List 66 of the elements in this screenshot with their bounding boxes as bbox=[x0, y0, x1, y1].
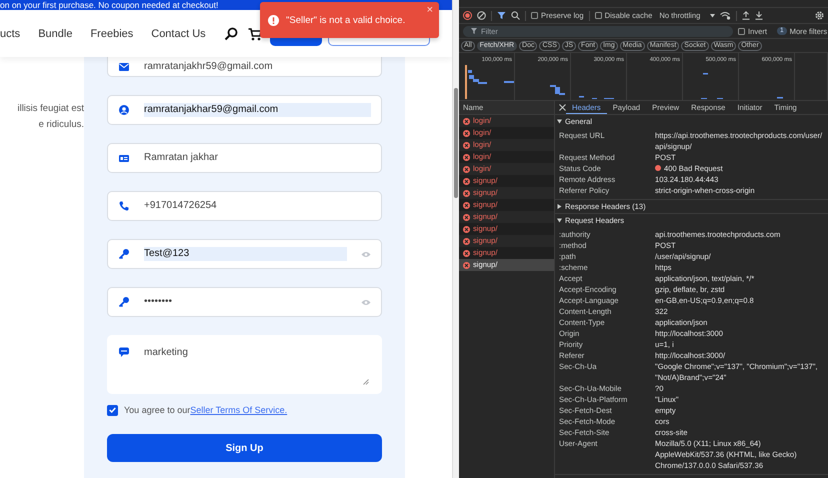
upload-icon[interactable] bbox=[742, 11, 750, 20]
envelope-icon bbox=[118, 60, 130, 72]
field-value: •••••••• bbox=[144, 296, 172, 307]
error-icon bbox=[463, 238, 470, 244]
terms-link[interactable]: Seller Terms Of Service. bbox=[190, 405, 288, 415]
status-dot-icon bbox=[655, 165, 661, 171]
error-icon bbox=[463, 154, 470, 160]
disable-cache-checkbox[interactable] bbox=[594, 12, 602, 19]
error-icon bbox=[463, 262, 470, 268]
checkmark-icon bbox=[109, 407, 116, 413]
field-value: Test@123 bbox=[144, 247, 347, 261]
filter-icon[interactable] bbox=[497, 11, 506, 20]
close-icon[interactable] bbox=[559, 104, 566, 111]
terms-text: You agree to our bbox=[124, 405, 190, 415]
field-value: +917014726254 bbox=[144, 200, 217, 211]
error-icon bbox=[463, 250, 470, 256]
clear-icon[interactable] bbox=[477, 11, 486, 20]
nav-link[interactable]: Freebies bbox=[90, 28, 134, 40]
nav-link[interactable]: Contact Us bbox=[151, 28, 206, 40]
input-field[interactable]: +917014726254 bbox=[107, 191, 382, 221]
error-icon bbox=[463, 190, 470, 196]
field-value: ramratanjakhr59@gmail.com bbox=[144, 60, 273, 72]
nav-link[interactable]: Bundle bbox=[38, 28, 72, 40]
record-icon[interactable] bbox=[463, 11, 472, 20]
download-icon[interactable] bbox=[755, 11, 764, 20]
body-text: illisis feugiat est bbox=[16, 102, 84, 116]
preserve-log-checkbox[interactable] bbox=[531, 12, 538, 19]
error-icon bbox=[268, 14, 279, 26]
sign-up-button[interactable]: Sign Up bbox=[107, 434, 382, 462]
key-icon bbox=[118, 296, 130, 308]
input-field[interactable]: ramratanjakhr59@gmail.com bbox=[107, 57, 382, 77]
message-field[interactable]: marketing bbox=[107, 335, 382, 394]
cart-icon[interactable] bbox=[248, 26, 262, 40]
error-icon bbox=[463, 214, 470, 220]
field-value: Ramratan jakhar bbox=[144, 152, 218, 163]
agree-checkbox[interactable] bbox=[107, 404, 118, 416]
error-icon bbox=[463, 166, 470, 172]
phone-icon bbox=[118, 200, 130, 212]
input-field[interactable]: Test@123 bbox=[107, 239, 382, 269]
toast-message: "Seller" is not a valid choice. bbox=[286, 14, 406, 26]
error-icon bbox=[463, 130, 470, 136]
input-field[interactable]: •••••••• bbox=[107, 287, 382, 317]
error-icon bbox=[463, 142, 470, 148]
field-value: ramratanjakhar59@gmail.com bbox=[144, 103, 371, 117]
id-card-icon bbox=[118, 152, 130, 164]
error-icon bbox=[463, 118, 470, 124]
user-circle-icon bbox=[118, 104, 130, 116]
error-icon bbox=[463, 226, 470, 232]
key-icon bbox=[118, 248, 130, 260]
search-icon[interactable] bbox=[224, 26, 238, 40]
funnel-icon bbox=[471, 28, 477, 34]
settings-icon[interactable] bbox=[815, 11, 824, 20]
input-field[interactable]: Ramratan jakhar bbox=[107, 143, 382, 173]
input-field[interactable]: ramratanjakhar59@gmail.com bbox=[107, 95, 382, 125]
wifi-gear-icon[interactable] bbox=[720, 11, 732, 20]
search-icon[interactable] bbox=[511, 11, 520, 20]
scrollbar-thumb[interactable] bbox=[454, 88, 458, 198]
error-icon bbox=[463, 178, 470, 184]
caret-icon bbox=[710, 14, 716, 18]
resize-handle-icon bbox=[363, 379, 369, 385]
nav-link[interactable]: ucts bbox=[0, 28, 20, 40]
invert-checkbox[interactable] bbox=[738, 28, 745, 34]
field-value: marketing bbox=[144, 347, 188, 358]
chat-bubble-icon bbox=[118, 346, 130, 358]
error-icon bbox=[463, 202, 470, 208]
body-text: e ridiculus. bbox=[38, 118, 84, 132]
